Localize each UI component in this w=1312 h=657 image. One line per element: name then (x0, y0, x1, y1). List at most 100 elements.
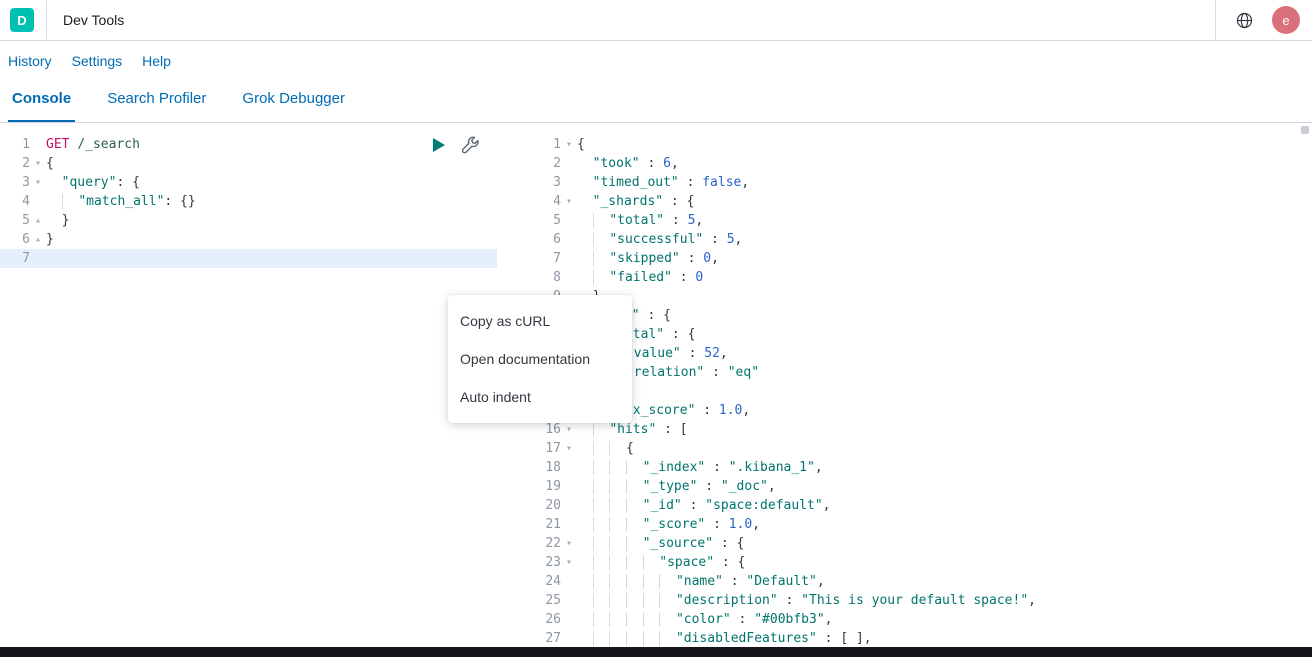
kibana-logo[interactable]: D (10, 8, 34, 32)
code-text: "_source" : { (577, 534, 744, 553)
code-line: 22▾ "_source" : { (513, 534, 1312, 553)
code-text: } (46, 211, 69, 230)
fold-marker-empty (30, 249, 46, 268)
line-gutter: 22▾ (513, 534, 577, 553)
code-line: 4▾ "_shards" : { (513, 192, 1312, 211)
indent-guide (593, 270, 610, 285)
code-text: "color" : "#00bfb3", (577, 610, 833, 629)
line-number: 1 (0, 135, 30, 154)
line-gutter: 25 (513, 591, 577, 610)
line-number: 6 (0, 230, 30, 249)
fold-marker-empty (561, 173, 577, 192)
line-number: 18 (513, 458, 561, 477)
indent-guide (659, 631, 676, 646)
code-line: 8 "failed" : 0 (513, 268, 1312, 287)
code-line: 3▾ "query": { (0, 173, 497, 192)
menu-item-auto-indent[interactable]: Auto indent (448, 378, 632, 416)
menu-item-open-documentation[interactable]: Open documentation (448, 340, 632, 378)
code-text: "_shards" : { (577, 192, 694, 211)
nav-history[interactable]: History (8, 53, 52, 69)
line-gutter: 2▾ (0, 154, 46, 173)
indent-guide (643, 593, 660, 608)
code-text: "_index" : ".kibana_1", (577, 458, 823, 477)
indent-guide (593, 251, 610, 266)
code-line: 2 "took" : 6, (513, 154, 1312, 173)
tab-console[interactable]: Console (8, 78, 75, 122)
secondary-nav: History Settings Help (0, 41, 1312, 78)
line-gutter: 5▴ (0, 211, 46, 230)
line-gutter: 3 (513, 173, 577, 192)
nav-settings[interactable]: Settings (72, 53, 123, 69)
code-text: "failed" : 0 (577, 268, 703, 287)
scrollbar-thumb[interactable] (1301, 126, 1309, 134)
line-number: 5 (0, 211, 30, 230)
line-number: 6 (513, 230, 561, 249)
tab-search-profiler[interactable]: Search Profiler (103, 78, 210, 122)
fold-marker-icon[interactable]: ▾ (561, 553, 577, 572)
user-avatar[interactable]: e (1272, 6, 1300, 34)
indent-guide (609, 555, 626, 570)
line-number: 23 (513, 553, 561, 572)
code-line: 16▾ "hits" : [ (513, 420, 1312, 439)
line-gutter: 27 (513, 629, 577, 647)
code-line: 3 "timed_out" : false, (513, 173, 1312, 192)
fold-marker-empty (30, 135, 46, 154)
line-gutter: 4▾ (513, 192, 577, 211)
line-gutter: 3▾ (0, 173, 46, 192)
fold-marker-icon[interactable]: ▾ (561, 192, 577, 211)
nav-help[interactable]: Help (142, 53, 171, 69)
line-number: 21 (513, 515, 561, 534)
indent-guide (643, 574, 660, 589)
response-viewer[interactable]: 1▾{2 "took" : 6,3 "timed_out" : false,4▾… (513, 123, 1312, 647)
line-number: 26 (513, 610, 561, 629)
fold-marker-empty (561, 230, 577, 249)
indent-guide (593, 574, 610, 589)
indent-guide (593, 612, 610, 627)
code-text: "timed_out" : false, (577, 173, 749, 192)
indent-guide (659, 593, 676, 608)
line-gutter: 5 (513, 211, 577, 230)
header-divider (46, 0, 47, 40)
tab-grok-debugger[interactable]: Grok Debugger (238, 78, 349, 122)
code-text: "total" : 5, (577, 211, 703, 230)
code-line: 18 "_index" : ".kibana_1", (513, 458, 1312, 477)
code-line: 6▴} (0, 230, 497, 249)
fold-marker-empty (561, 515, 577, 534)
line-gutter: 20 (513, 496, 577, 515)
code-text: GET /_search (46, 135, 140, 154)
indent-guide (593, 422, 610, 437)
fold-marker-empty (561, 610, 577, 629)
fold-marker-icon[interactable]: ▾ (30, 154, 46, 173)
top-bar: D Dev Tools e (0, 0, 1312, 41)
fold-marker-empty (561, 591, 577, 610)
fold-marker-icon[interactable]: ▾ (561, 534, 577, 553)
line-gutter: 24 (513, 572, 577, 591)
code-line: 20 "_id" : "space:default", (513, 496, 1312, 515)
fold-marker-icon[interactable]: ▾ (30, 173, 46, 192)
code-line: 5 "total" : 5, (513, 211, 1312, 230)
globe-icon[interactable] (1228, 4, 1260, 36)
indent-guide (626, 460, 643, 475)
indent-guide (609, 612, 626, 627)
fold-marker-icon[interactable]: ▴ (30, 230, 46, 249)
page-title: Dev Tools (63, 12, 124, 28)
fold-marker-empty (561, 154, 577, 173)
code-line: 11▾ "total" : { (513, 325, 1312, 344)
wrench-icon[interactable] (461, 136, 479, 154)
fold-marker-icon[interactable]: ▾ (561, 135, 577, 154)
code-line: 27 "disabledFeatures" : [ ], (513, 629, 1312, 647)
fold-marker-icon[interactable]: ▾ (561, 439, 577, 458)
request-editor[interactable]: 1GET /_search2▾{3▾ "query": {4 "match_al… (0, 123, 497, 647)
line-gutter: 19 (513, 477, 577, 496)
indent-guide (626, 517, 643, 532)
indent-guide (626, 612, 643, 627)
code-line: 6 "successful" : 5, (513, 230, 1312, 249)
menu-item-copy-as-curl[interactable]: Copy as cURL (448, 302, 632, 340)
code-line: 10▾ "hits" : { (513, 306, 1312, 325)
indent-guide (609, 631, 626, 646)
indent-guide (609, 574, 626, 589)
console-workspace: 1GET /_search2▾{3▾ "query": {4 "match_al… (0, 123, 1312, 647)
code-text: "match_all": {} (46, 192, 196, 211)
fold-marker-icon[interactable]: ▴ (30, 211, 46, 230)
send-request-icon[interactable] (433, 138, 445, 152)
